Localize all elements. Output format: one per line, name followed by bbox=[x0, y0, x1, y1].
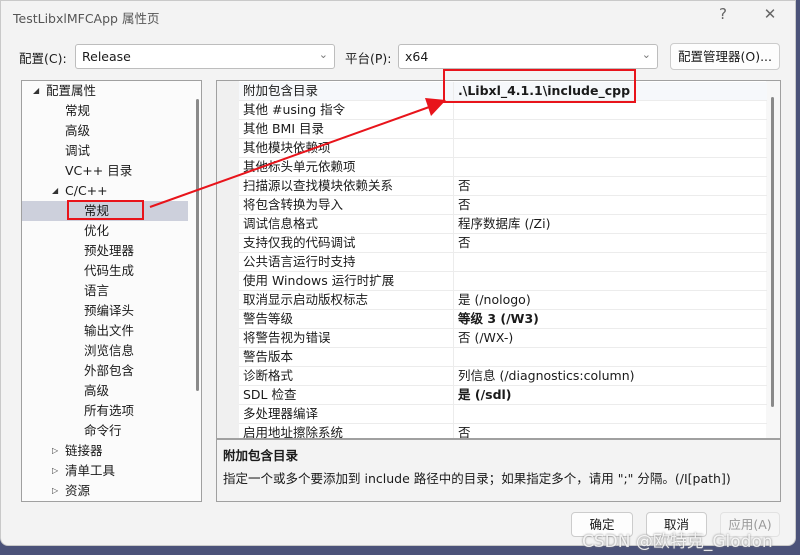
annotation-arrow bbox=[149, 105, 433, 208]
annotation-box-value bbox=[443, 69, 636, 103]
watermark: CSDN @欧特克_Glodon bbox=[582, 532, 773, 552]
annotation-overlay bbox=[67, 69, 636, 220]
annotation-box-tree bbox=[67, 200, 144, 220]
annotation-arrowhead bbox=[425, 98, 446, 116]
